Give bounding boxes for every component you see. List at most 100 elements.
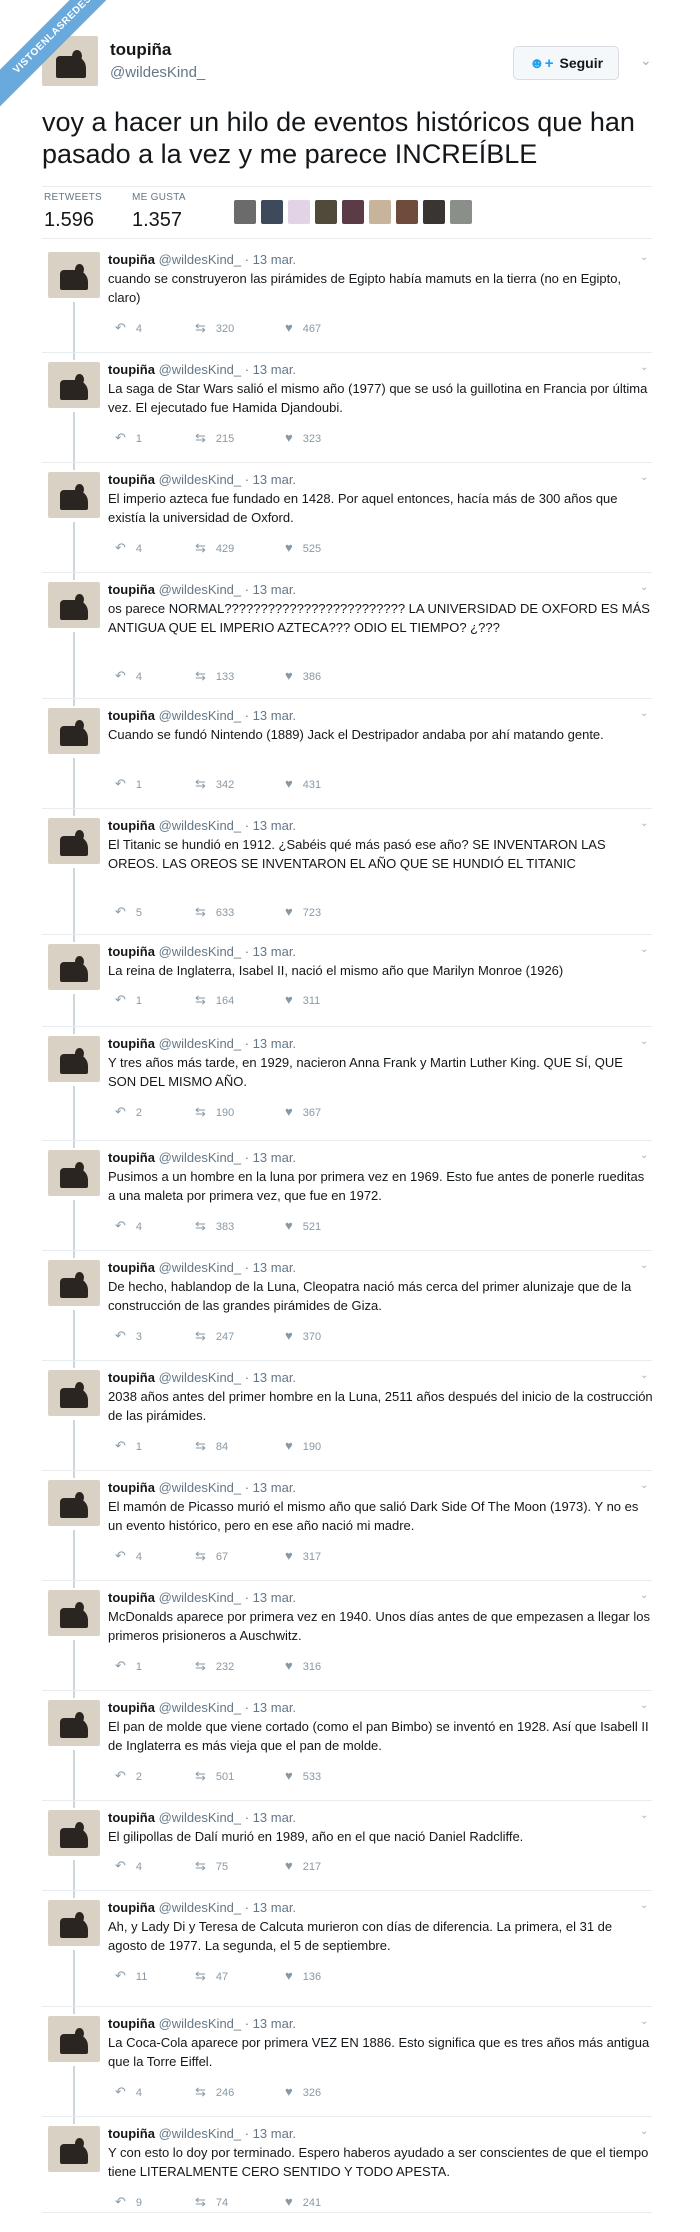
retweet-button[interactable]: ⇆ 342 (195, 776, 234, 792)
reply-button[interactable]: ↶ 9 (115, 2194, 142, 2210)
retweet-button[interactable]: ⇆ 320 (195, 320, 234, 336)
like-button[interactable]: ♥ 217 (285, 1858, 321, 1873)
like-button[interactable]: ♥ 317 (285, 1548, 321, 1563)
chevron-down-icon[interactable]: ⌄ (640, 2016, 648, 2027)
chevron-down-icon[interactable]: ⌄ (640, 818, 648, 829)
tweet-author[interactable]: toupiña @wildesKind_ · 13 mar. (108, 818, 296, 833)
like-button[interactable]: ♥ 311 (285, 992, 320, 1007)
chevron-down-icon[interactable]: ⌄ (640, 1370, 648, 1381)
retweet-button[interactable]: ⇆ 429 (195, 540, 234, 556)
tweet-avatar[interactable] (48, 818, 100, 864)
chevron-down-icon[interactable]: ⌄ (640, 582, 648, 593)
retweet-button[interactable]: ⇆ 84 (195, 1438, 228, 1454)
chevron-down-icon[interactable]: ⌄ (640, 362, 648, 373)
retweet-button[interactable]: ⇆ 215 (195, 430, 234, 446)
chevron-down-icon[interactable]: ⌄ (640, 1900, 648, 1911)
author-handle[interactable]: @wildesKind_ (110, 64, 205, 81)
liker-avatar[interactable] (423, 200, 445, 224)
tweet-avatar[interactable] (48, 582, 100, 628)
likes-stat[interactable]: ME GUSTA 1.357 (132, 192, 186, 232)
reply-button[interactable]: ↶ 2 (115, 1104, 142, 1120)
chevron-down-icon[interactable]: ⌄ (640, 1810, 648, 1821)
tweet-avatar[interactable] (48, 472, 100, 518)
tweet-avatar[interactable] (48, 944, 100, 990)
chevron-down-icon[interactable]: ⌄ (640, 1480, 648, 1491)
reply-button[interactable]: ↶ 5 (115, 904, 142, 920)
tweet-avatar[interactable] (48, 1590, 100, 1636)
reply-button[interactable]: ↶ 4 (115, 1858, 142, 1874)
tweet-avatar[interactable] (48, 2126, 100, 2172)
retweet-button[interactable]: ⇆ 232 (195, 1658, 234, 1674)
chevron-down-icon[interactable]: ⌄ (640, 472, 648, 483)
like-button[interactable]: ♥ 533 (285, 1768, 321, 1783)
retweet-button[interactable]: ⇆ 75 (195, 1858, 228, 1874)
chevron-down-icon[interactable]: ⌄ (640, 1590, 648, 1601)
tweet-author[interactable]: toupiña @wildesKind_ · 13 mar. (108, 362, 296, 377)
like-button[interactable]: ♥ 723 (285, 904, 321, 919)
retweet-button[interactable]: ⇆ 164 (195, 992, 234, 1008)
like-button[interactable]: ♥ 323 (285, 430, 321, 445)
like-button[interactable]: ♥ 521 (285, 1218, 321, 1233)
tweet-author[interactable]: toupiña @wildesKind_ · 13 mar. (108, 1036, 296, 1051)
like-button[interactable]: ♥ 190 (285, 1438, 321, 1453)
chevron-down-icon[interactable]: ⌄ (640, 2126, 648, 2137)
liker-avatar[interactable] (369, 200, 391, 224)
tweet-author[interactable]: toupiña @wildesKind_ · 13 mar. (108, 944, 296, 959)
chevron-down-icon[interactable]: ⌄ (640, 52, 652, 69)
like-button[interactable]: ♥ 326 (285, 2084, 321, 2099)
like-button[interactable]: ♥ 316 (285, 1658, 321, 1673)
tweet-author[interactable]: toupiña @wildesKind_ · 13 mar. (108, 582, 296, 597)
liker-avatar[interactable] (315, 200, 337, 224)
retweets-stat[interactable]: RETWEETS 1.596 (44, 192, 102, 232)
liker-avatar[interactable] (288, 200, 310, 224)
reply-button[interactable]: ↶ 4 (115, 320, 142, 336)
chevron-down-icon[interactable]: ⌄ (640, 252, 648, 263)
chevron-down-icon[interactable]: ⌄ (640, 708, 648, 719)
reply-button[interactable]: ↶ 4 (115, 540, 142, 556)
like-button[interactable]: ♥ 370 (285, 1328, 321, 1343)
liker-avatar[interactable] (234, 200, 256, 224)
chevron-down-icon[interactable]: ⌄ (640, 1150, 648, 1161)
tweet-author[interactable]: toupiña @wildesKind_ · 13 mar. (108, 1370, 296, 1385)
liker-avatar[interactable] (342, 200, 364, 224)
liker-avatar[interactable] (261, 200, 283, 224)
like-button[interactable]: ♥ 431 (285, 776, 321, 791)
like-button[interactable]: ♥ 136 (285, 1968, 321, 1983)
retweet-button[interactable]: ⇆ 74 (195, 2194, 228, 2210)
chevron-down-icon[interactable]: ⌄ (640, 1036, 648, 1047)
like-button[interactable]: ♥ 467 (285, 320, 321, 335)
follow-button[interactable]: ☻+ Seguir (513, 46, 619, 80)
reply-button[interactable]: ↶ 2 (115, 1768, 142, 1784)
reply-button[interactable]: ↶ 1 (115, 1438, 142, 1454)
tweet-author[interactable]: toupiña @wildesKind_ · 13 mar. (108, 472, 296, 487)
reply-button[interactable]: ↶ 1 (115, 992, 142, 1008)
chevron-down-icon[interactable]: ⌄ (640, 1700, 648, 1711)
tweet-avatar[interactable] (48, 1370, 100, 1416)
tweet-author[interactable]: toupiña @wildesKind_ · 13 mar. (108, 1700, 296, 1715)
tweet-avatar[interactable] (48, 252, 100, 298)
tweet-avatar[interactable] (48, 1700, 100, 1746)
tweet-avatar[interactable] (48, 1260, 100, 1306)
retweet-button[interactable]: ⇆ 501 (195, 1768, 234, 1784)
tweet-author[interactable]: toupiña @wildesKind_ · 13 mar. (108, 1590, 296, 1605)
tweet-author[interactable]: toupiña @wildesKind_ · 13 mar. (108, 2016, 296, 2031)
tweet-avatar[interactable] (48, 1480, 100, 1526)
tweet-avatar[interactable] (48, 1036, 100, 1082)
tweet-avatar[interactable] (48, 1150, 100, 1196)
tweet-avatar[interactable] (48, 1810, 100, 1856)
tweet-author[interactable]: toupiña @wildesKind_ · 13 mar. (108, 2126, 296, 2141)
tweet-avatar[interactable] (48, 1900, 100, 1946)
tweet-author[interactable]: toupiña @wildesKind_ · 13 mar. (108, 1480, 296, 1495)
retweet-button[interactable]: ⇆ 247 (195, 1328, 234, 1344)
reply-button[interactable]: ↶ 4 (115, 2084, 142, 2100)
tweet-author[interactable]: toupiña @wildesKind_ · 13 mar. (108, 1150, 296, 1165)
reply-button[interactable]: ↶ 11 (115, 1968, 147, 1984)
retweet-button[interactable]: ⇆ 633 (195, 904, 234, 920)
tweet-author[interactable]: toupiña @wildesKind_ · 13 mar. (108, 708, 296, 723)
tweet-author[interactable]: toupiña @wildesKind_ · 13 mar. (108, 1900, 296, 1915)
reply-button[interactable]: ↶ 4 (115, 1218, 142, 1234)
retweet-button[interactable]: ⇆ 133 (195, 668, 234, 684)
retweet-button[interactable]: ⇆ 383 (195, 1218, 234, 1234)
reply-button[interactable]: ↶ 4 (115, 1548, 142, 1564)
like-button[interactable]: ♥ 525 (285, 540, 321, 555)
